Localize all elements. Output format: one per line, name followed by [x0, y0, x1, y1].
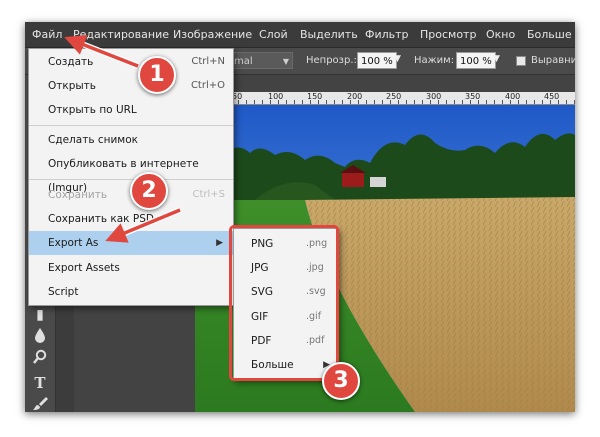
pressure-input[interactable]: 100 % — [456, 52, 496, 69]
shortcut-label: Ctrl+N — [191, 56, 225, 67]
menu-item-label: Script — [48, 286, 79, 298]
menu-item-open-url[interactable]: Открыть по URL — [29, 98, 233, 122]
export-format-label: SVG — [251, 286, 273, 298]
menu-filter[interactable]: Фильтр — [365, 28, 409, 41]
export-jpg[interactable]: JPG .jpg — [234, 256, 338, 280]
export-svg[interactable]: SVG .svg — [234, 280, 338, 304]
menu-separator — [29, 179, 233, 180]
menu-item-save-psd[interactable]: Сохранить как PSD — [29, 207, 233, 231]
ruler-ticks — [230, 100, 575, 104]
shortcut-label: Ctrl+S — [192, 189, 225, 200]
opacity-input[interactable]: 100 % — [357, 52, 397, 69]
menu-image[interactable]: Изображение — [173, 28, 252, 41]
menu-item-export-assets[interactable]: Export Assets — [29, 256, 233, 280]
drop-icon[interactable] — [30, 327, 50, 347]
step-badge-1: 1 — [138, 56, 176, 94]
red-house — [342, 173, 364, 187]
blend-mode-select[interactable]: mal ▼ — [231, 52, 293, 69]
magnifier-icon[interactable] — [30, 349, 50, 369]
menu-item-label: Сохранить как PSD — [48, 213, 154, 225]
opacity-dropdown-icon[interactable]: ▼ — [394, 54, 401, 64]
chevron-down-icon: ▼ — [282, 57, 289, 66]
export-extension: .jpg — [306, 262, 324, 273]
menu-item-new[interactable]: Создать Ctrl+N — [29, 50, 233, 74]
drop-shape — [35, 328, 45, 343]
export-extension: .svg — [306, 286, 326, 297]
submenu-arrow-icon: ▶ — [216, 238, 223, 248]
text-tool-icon[interactable]: T — [30, 373, 50, 393]
blend-mode-value: mal — [234, 56, 253, 67]
eraser-icon[interactable]: ▮ — [30, 305, 50, 325]
export-format-label: GIF — [251, 311, 269, 323]
horizontal-ruler: 50 100 150 200 250 300 350 400 450 — [230, 92, 575, 105]
brush-shape — [33, 397, 48, 410]
export-png[interactable]: PNG .png — [234, 232, 338, 256]
export-gif[interactable]: GIF .gif — [234, 305, 338, 329]
export-format-label: PDF — [251, 335, 272, 347]
menu-item-snapshot[interactable]: Сделать снимок — [29, 128, 233, 152]
export-format-label: Больше — [251, 359, 294, 371]
menu-item-label: Открыть — [48, 80, 96, 92]
menu-bar: Файл Редактирование Изображение Слой Выд… — [25, 22, 575, 48]
export-format-label: JPG — [251, 262, 269, 274]
align-label: Выравни — [531, 55, 575, 66]
menu-more[interactable]: Больше — [527, 28, 572, 41]
menu-view[interactable]: Просмотр — [420, 28, 476, 41]
menu-window[interactable]: Окно — [486, 28, 515, 41]
pressure-label: Нажим: — [414, 55, 455, 66]
step-badge-2: 2 — [130, 172, 168, 210]
magnifier-shape — [33, 349, 47, 364]
export-pdf[interactable]: PDF .pdf — [234, 329, 338, 353]
menu-separator — [29, 125, 233, 126]
menu-edit[interactable]: Редактирование — [73, 28, 169, 41]
menu-item-open[interactable]: Открыть Ctrl+O — [29, 74, 233, 98]
brush-icon[interactable] — [30, 395, 50, 412]
menu-item-label: Сделать снимок — [48, 134, 138, 146]
export-extension: .pdf — [306, 335, 325, 346]
menu-item-export-as[interactable]: Export As ▶ — [29, 231, 233, 255]
menu-file[interactable]: Файл — [32, 28, 62, 41]
menu-item-label: Открыть по URL — [48, 104, 137, 116]
menu-item-label: Export Assets — [48, 262, 120, 274]
menu-item-publish-imgur[interactable]: Опубликовать в интернете (Imgur) — [29, 152, 233, 194]
menu-layer[interactable]: Слой — [259, 28, 288, 41]
export-format-label: PNG — [251, 238, 274, 250]
menu-item-script[interactable]: Script — [29, 280, 233, 304]
menu-item-label: Сохранить — [48, 189, 108, 201]
step-badge-3: 3 — [322, 362, 360, 400]
export-extension: .gif — [306, 311, 322, 322]
menu-item-label: Export As — [48, 237, 99, 249]
align-checkbox[interactable] — [516, 56, 526, 66]
menu-item-label: Создать — [48, 56, 94, 68]
opacity-label: Непрозр.: — [306, 55, 357, 66]
menu-select[interactable]: Выделить — [300, 28, 358, 41]
shortcut-label: Ctrl+O — [190, 80, 225, 91]
export-as-submenu: PNG .png JPG .jpg SVG .svg GIF .gif PDF … — [233, 228, 339, 380]
export-extension: .png — [306, 238, 328, 249]
file-menu-dropdown: Создать Ctrl+N Открыть Ctrl+O Открыть по… — [28, 48, 234, 306]
pressure-dropdown-icon[interactable]: ▼ — [493, 54, 500, 64]
